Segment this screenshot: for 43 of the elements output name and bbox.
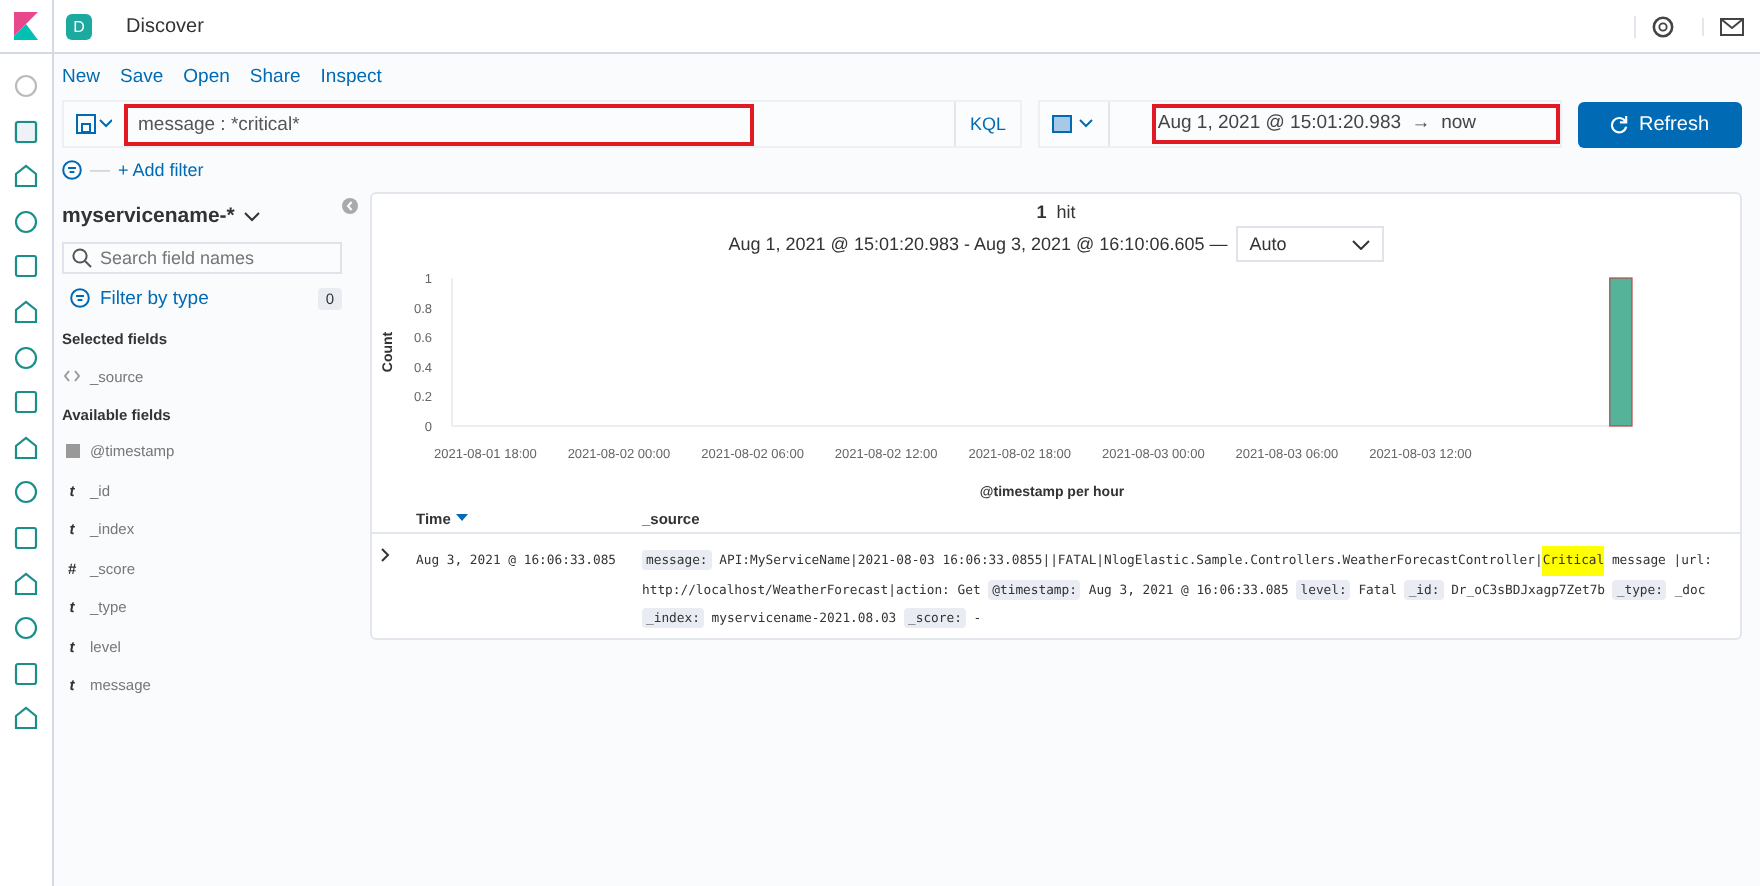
code-icon <box>64 370 80 382</box>
app-icon[interactable] <box>14 616 38 641</box>
app-icon[interactable] <box>14 209 38 234</box>
app-icon[interactable] <box>14 254 38 279</box>
menu-link[interactable]: Save <box>120 66 164 92</box>
app-icon[interactable] <box>14 525 38 550</box>
menu-link[interactable]: New <box>62 66 101 92</box>
app-icon[interactable] <box>14 661 38 686</box>
app-icon[interactable] <box>14 390 38 415</box>
menu-link[interactable]: Share <box>249 66 301 92</box>
query-input[interactable]: message : *critical* <box>124 103 754 145</box>
filter-separator: — <box>90 159 110 181</box>
add-filter-link[interactable]: + Add filter <box>118 160 204 180</box>
help-icon[interactable] <box>1634 15 1674 37</box>
menu-link[interactable]: Inspect <box>320 66 382 92</box>
search-icon <box>72 248 92 268</box>
app-icon[interactable] <box>14 571 38 596</box>
filter-icon[interactable] <box>62 160 82 180</box>
app-icon[interactable] <box>14 164 38 189</box>
mail-icon[interactable] <box>1702 17 1744 35</box>
app-icon[interactable] <box>14 345 38 370</box>
page-title: Discover <box>126 15 204 37</box>
app-icon[interactable] <box>14 119 38 144</box>
time-range-field[interactable]: Aug 1, 2021 @ 15:01:20.983 → now <box>1151 104 1560 144</box>
logo-icon[interactable] <box>14 12 38 40</box>
search-field[interactable]: Search field names <box>62 242 342 274</box>
menu-link[interactable]: Open <box>183 66 230 92</box>
refresh-icon <box>1610 115 1629 133</box>
app-icon[interactable] <box>14 480 38 505</box>
collapse-icon[interactable] <box>342 198 358 214</box>
index-pattern-selector[interactable]: myservicename-* <box>62 196 342 232</box>
chevron-icon <box>244 211 261 221</box>
filter-icon <box>70 288 90 308</box>
app-icon[interactable] <box>14 299 38 324</box>
expand-icon[interactable] <box>380 548 390 562</box>
time-range-text: Aug 1, 2021 @ 15:01:20.983 - Aug 3, 2021 @ 16:10:06.605 — <box>728 234 1228 254</box>
app-icon[interactable] <box>14 435 38 460</box>
interval-select[interactable]: Auto <box>1235 226 1384 262</box>
refresh-button[interactable]: Refresh <box>1578 101 1742 147</box>
hit-count: 1 hit <box>1036 202 1076 222</box>
filter-by-type-button[interactable]: Filter by type <box>62 287 209 309</box>
chevron-icon <box>1351 239 1370 249</box>
sort-icon <box>456 514 469 522</box>
